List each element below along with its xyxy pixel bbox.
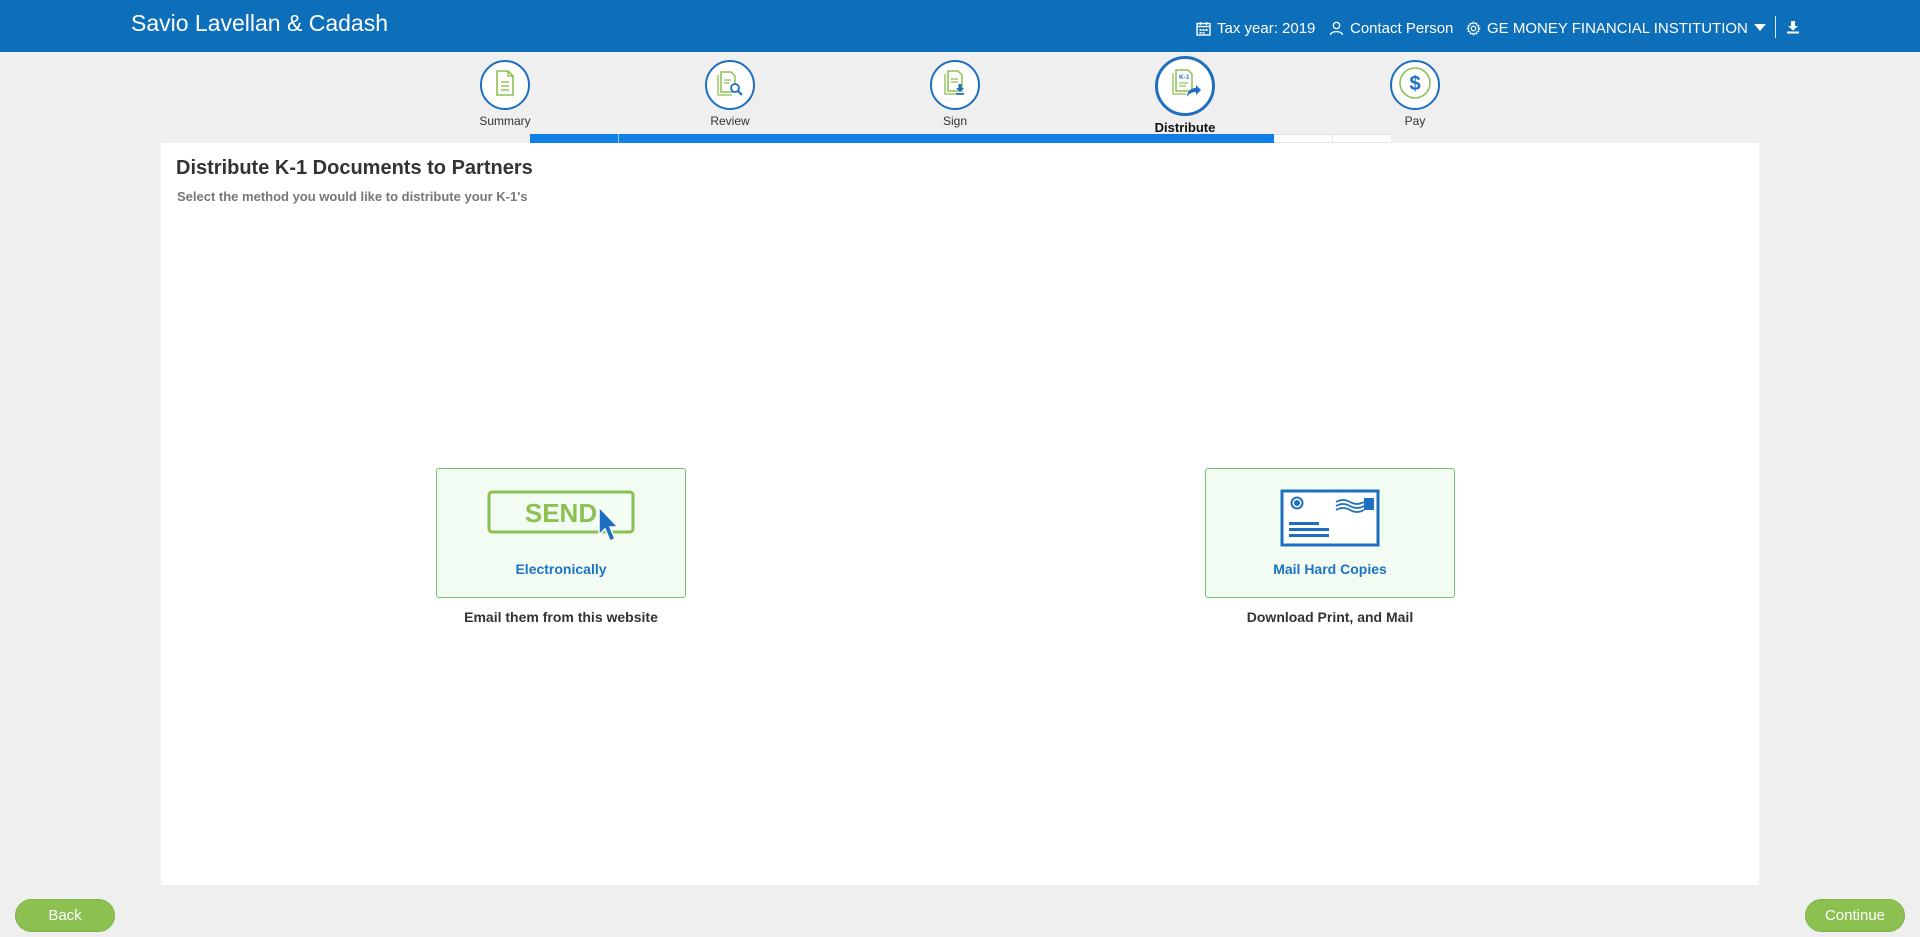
- tax-year-label: Tax year: 2019: [1217, 19, 1316, 37]
- institution-dropdown[interactable]: GE MONEY FINANCIAL INSTITUTION: [1466, 17, 1766, 39]
- stepper-tick: [618, 134, 619, 143]
- step-distribute[interactable]: K-1 Distribute: [1135, 56, 1235, 135]
- step-label: Distribute: [1154, 120, 1216, 135]
- institution-label: GE MONEY FINANCIAL INSTITUTION: [1487, 19, 1748, 37]
- header-divider: [1775, 16, 1776, 38]
- caret-down-icon: [1753, 24, 1766, 32]
- stepper-track-complete: [530, 134, 1278, 143]
- step-label: Summary: [479, 114, 531, 128]
- app-title: Savio Lavellan & Cadash: [131, 10, 388, 36]
- step-label: Review: [710, 114, 750, 128]
- envelope-icon: [1280, 489, 1380, 552]
- page-subtitle: Select the method you would like to dist…: [177, 189, 528, 204]
- step-sign[interactable]: Sign: [905, 60, 1005, 128]
- page-title: Distribute K-1 Documents to Partners: [176, 157, 533, 179]
- step-pay[interactable]: $ Pay: [1365, 60, 1465, 128]
- svg-text:$: $: [1409, 73, 1420, 95]
- mail-hard-copies-label: Mail Hard Copies: [1273, 561, 1387, 577]
- tax-year-selector[interactable]: Tax year: 2019: [1196, 17, 1315, 39]
- content-card: Distribute K-1 Documents to Partners Sel…: [161, 143, 1759, 885]
- back-button[interactable]: Back: [15, 899, 115, 932]
- dollar-icon: $: [1398, 66, 1432, 105]
- contact-person-label: Contact Person: [1350, 19, 1454, 37]
- send-art-text: SEND: [525, 498, 597, 528]
- step-label: Sign: [942, 114, 968, 128]
- distribute-electronically-option[interactable]: SEND Electronically: [436, 468, 686, 598]
- top-header-bar: Savio Lavellan & Cadash Tax year: 2019 C…: [0, 0, 1920, 52]
- stepper-track-complete-tail: [1215, 134, 1275, 143]
- mail-hard-copies-description: Download Print, and Mail: [1246, 609, 1414, 625]
- download-button[interactable]: [1786, 18, 1800, 40]
- calendar-icon: [1196, 21, 1211, 36]
- document-search-icon: [715, 68, 745, 103]
- step-summary[interactable]: Summary: [455, 60, 555, 128]
- stepper-tick: [1332, 134, 1333, 143]
- mail-hard-copies-option[interactable]: Mail Hard Copies: [1205, 468, 1455, 598]
- k1-share-icon: K-1: [1167, 66, 1203, 107]
- svg-text:K-1: K-1: [1179, 74, 1190, 81]
- electronically-label: Electronically: [515, 561, 607, 577]
- step-review[interactable]: Review: [680, 60, 780, 128]
- gear-icon: [1466, 21, 1481, 36]
- electronically-description: Email them from this website: [464, 609, 658, 625]
- download-icon: [1786, 20, 1800, 38]
- document-icon: [493, 69, 517, 102]
- step-label: Pay: [1404, 114, 1426, 128]
- user-icon: [1329, 21, 1344, 36]
- continue-button[interactable]: Continue: [1805, 899, 1905, 932]
- contact-person-link[interactable]: Contact Person: [1329, 17, 1453, 39]
- send-button-cursor-icon: SEND: [486, 489, 636, 556]
- document-download-icon: [941, 68, 969, 103]
